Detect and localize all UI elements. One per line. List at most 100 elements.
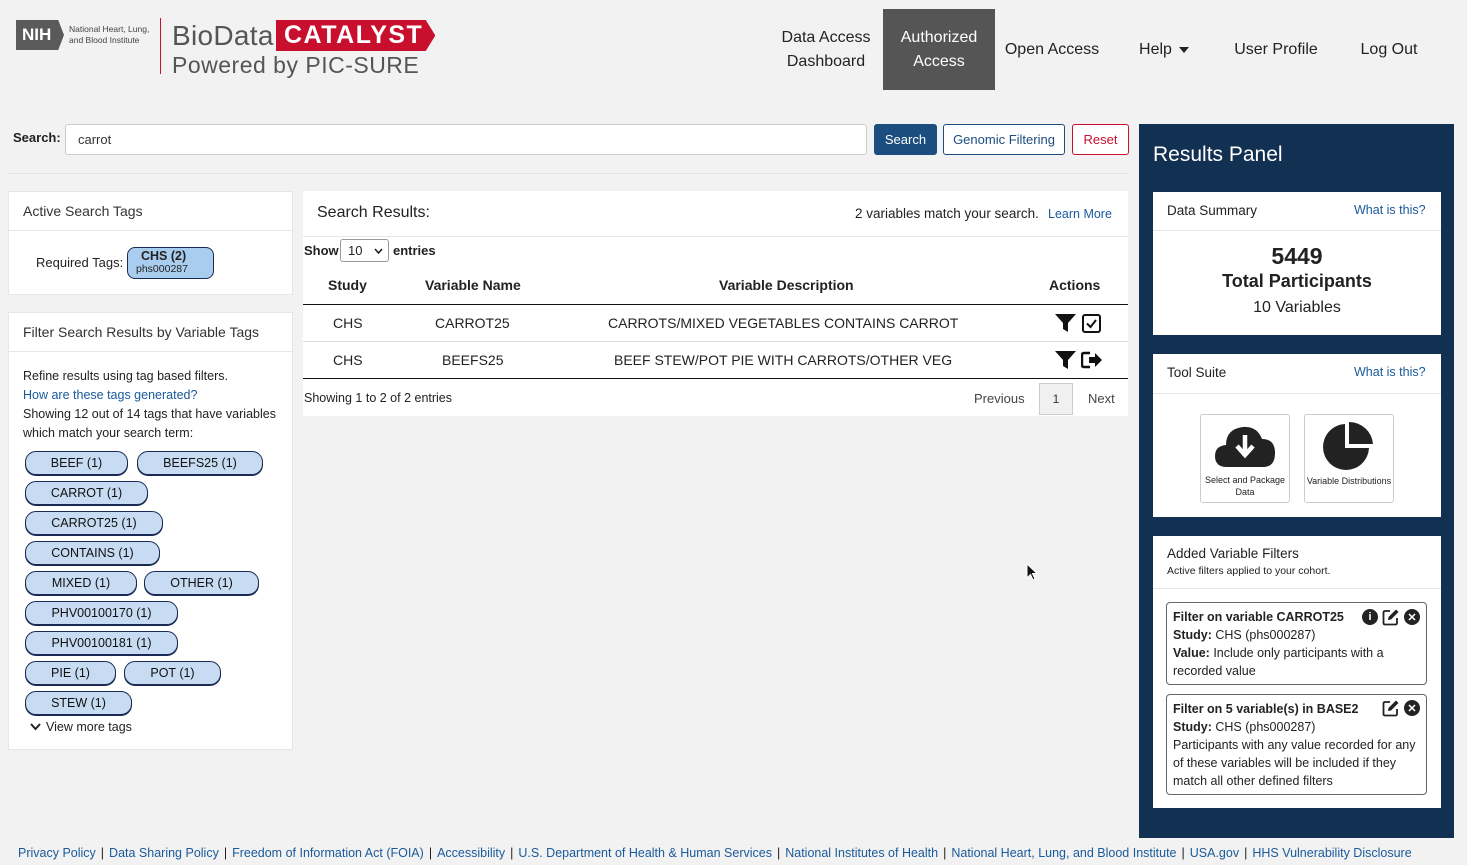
- tag-beef[interactable]: BEEF (1): [25, 451, 128, 475]
- search-label: Search:: [13, 130, 61, 145]
- required-tags-label: Required Tags:: [36, 255, 124, 270]
- pagination-page-1[interactable]: 1: [1039, 383, 1073, 415]
- footer-link-privacy[interactable]: Privacy Policy: [18, 846, 96, 860]
- footer-link-foia[interactable]: Freedom of Information Act (FOIA): [232, 846, 424, 860]
- tag-carrot25[interactable]: CARROT25 (1): [25, 511, 163, 535]
- required-tag-chs[interactable]: CHS (2) phs000287: [127, 247, 214, 279]
- chevron-down-icon: [30, 723, 41, 731]
- export-icon[interactable]: [1081, 351, 1103, 369]
- column-header-actions: Actions: [1049, 277, 1101, 293]
- footer-link-data-sharing[interactable]: Data Sharing Policy: [109, 846, 219, 860]
- cell-study: CHS: [333, 352, 363, 368]
- footer-link-accessibility[interactable]: Accessibility: [437, 846, 505, 860]
- remove-filter-icon[interactable]: ✕: [1404, 700, 1420, 716]
- tag-contains[interactable]: CONTAINS (1): [25, 541, 160, 565]
- required-tag-name: CHS (2): [141, 249, 187, 263]
- info-icon[interactable]: i: [1362, 609, 1378, 625]
- caret-down-icon: [1178, 46, 1189, 53]
- column-header-variable-description[interactable]: Variable Description: [719, 277, 854, 293]
- footer-link-nih[interactable]: National Institutes of Health: [785, 846, 938, 860]
- learn-more-link[interactable]: Learn More: [1048, 207, 1112, 221]
- nav-help-label: Help: [1139, 40, 1172, 58]
- active-search-tags-title: Active Search Tags: [9, 192, 292, 231]
- row-divider: [303, 341, 1128, 342]
- genomic-filtering-button[interactable]: Genomic Filtering: [943, 124, 1065, 155]
- powered-by-text: Powered by PIC-SURE: [172, 52, 420, 78]
- entries-select[interactable]: 10: [340, 239, 389, 262]
- tag-pot[interactable]: POT (1): [124, 661, 221, 685]
- nav-open-access[interactable]: Open Access: [998, 9, 1106, 90]
- cell-variable-name: CARROT25: [435, 315, 510, 331]
- data-summary-what-link[interactable]: What is this?: [1354, 203, 1426, 217]
- filter-tags-body: Refine results using tag based filters. …: [23, 367, 285, 443]
- data-summary-title: Data Summary: [1167, 203, 1258, 218]
- footer-link-usagov[interactable]: USA.gov: [1190, 846, 1239, 860]
- edit-icon[interactable]: [1382, 699, 1400, 717]
- nav-data-access-dashboard[interactable]: Data Access Dashboard: [772, 9, 880, 90]
- showing-entries-text: Showing 1 to 2 of 2 entries: [304, 391, 453, 405]
- how-tags-generated-link[interactable]: How are these tags generated?: [23, 388, 197, 402]
- reset-button[interactable]: Reset: [1072, 124, 1129, 155]
- search-button[interactable]: Search: [874, 124, 937, 155]
- pagination-next[interactable]: Next: [1088, 391, 1115, 406]
- footer-link-nhlbi[interactable]: National Heart, Lung, and Blood Institut…: [951, 846, 1176, 860]
- added-filters-subtitle: Active filters applied to your cohort.: [1167, 565, 1331, 577]
- divider: [8, 173, 1128, 174]
- tag-carrot[interactable]: CARROT (1): [25, 481, 148, 505]
- cell-study: CHS: [333, 315, 363, 331]
- tag-phv00100170[interactable]: PHV00100170 (1): [25, 601, 178, 625]
- total-participants-label: Total Participants: [1222, 271, 1372, 291]
- entries-label: entries: [393, 243, 436, 258]
- view-more-tags-label: View more tags: [46, 720, 132, 734]
- biodata-logo-text[interactable]: BioData: [172, 20, 274, 52]
- footer-separator: |: [510, 845, 514, 860]
- footer-separator: |: [100, 845, 105, 860]
- pie-chart-icon: [1323, 421, 1373, 470]
- nav-authorized-access[interactable]: Authorized Access: [883, 9, 995, 90]
- tag-other[interactable]: OTHER (1): [144, 571, 259, 595]
- edit-icon[interactable]: [1382, 608, 1400, 626]
- showing-tags-text: Showing 12 out of 14 tags that have vari…: [23, 407, 276, 440]
- cell-variable-description: CARROTS/MIXED VEGETABLES CONTAINS CARROT: [608, 315, 959, 331]
- added-filters-title: Added Variable Filters: [1167, 546, 1299, 561]
- tool-suite-what-link[interactable]: What is this?: [1354, 365, 1426, 379]
- filter-icon[interactable]: [1055, 314, 1076, 332]
- search-results-title: Search Results:: [317, 204, 430, 221]
- entries-select-value: 10: [348, 243, 363, 258]
- filter-value-label: Value:: [1173, 646, 1210, 660]
- checkbox-checked-icon[interactable]: [1082, 314, 1101, 333]
- results-header-divider: [303, 236, 1128, 237]
- search-input[interactable]: [65, 124, 867, 155]
- tag-mixed[interactable]: MIXED (1): [25, 571, 137, 595]
- table-header-line: [303, 304, 1128, 305]
- view-more-tags-link[interactable]: View more tags: [30, 720, 132, 734]
- column-header-study[interactable]: Study: [328, 277, 367, 293]
- catalyst-logo-text[interactable]: CATALYST: [276, 20, 436, 51]
- variable-distributions-button[interactable]: Variable Distributions: [1304, 414, 1394, 503]
- nih-logo-box: NIH: [16, 20, 64, 50]
- logo-divider: [160, 18, 161, 74]
- filter-icon[interactable]: [1055, 351, 1076, 369]
- footer-link-vulnerability[interactable]: HHS Vulnerability Disclosure: [1252, 846, 1411, 860]
- nav-log-out[interactable]: Log Out: [1350, 9, 1428, 90]
- divider: [1153, 393, 1441, 394]
- tag-pie[interactable]: PIE (1): [25, 661, 116, 685]
- refine-text: Refine results using tag based filters.: [23, 369, 228, 383]
- select-package-data-button[interactable]: Select and Package Data: [1200, 414, 1290, 503]
- tag-stew[interactable]: STEW (1): [25, 691, 132, 715]
- filter-study-label: Study:: [1173, 628, 1212, 642]
- divider: [1153, 588, 1441, 589]
- mouse-cursor-icon: [1026, 563, 1038, 581]
- remove-filter-icon[interactable]: ✕: [1404, 609, 1420, 625]
- total-participants-count: 5449: [1271, 243, 1323, 269]
- tag-beefs25[interactable]: BEEFS25 (1): [137, 451, 263, 475]
- nav-user-profile[interactable]: User Profile: [1226, 9, 1326, 90]
- nav-help[interactable]: Help: [1128, 9, 1200, 90]
- pagination-previous[interactable]: Previous: [974, 391, 1025, 406]
- table-bottom-line: [303, 378, 1128, 379]
- nih-logo[interactable]: NIH National Heart, Lung, and Blood Inst…: [16, 20, 155, 50]
- required-tag-study: phs000287: [136, 263, 188, 275]
- footer-link-hhs[interactable]: U.S. Department of Health & Human Servic…: [518, 846, 772, 860]
- tag-phv00100181[interactable]: PHV00100181 (1): [25, 631, 178, 655]
- column-header-variable-name[interactable]: Variable Name: [425, 277, 521, 293]
